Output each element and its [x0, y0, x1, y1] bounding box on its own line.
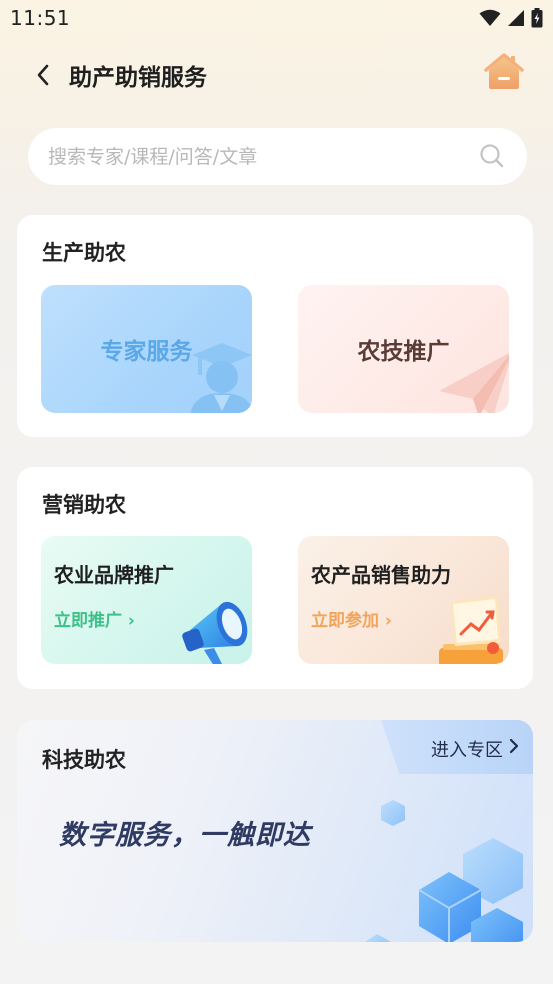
cellular-signal-icon — [508, 10, 524, 26]
home-button[interactable] — [483, 50, 525, 92]
expert-service-label: 专家服务 — [100, 339, 193, 365]
expert-service-tile[interactable]: 专家服务 — [41, 285, 252, 413]
sales-chart-icon — [439, 596, 503, 664]
brand-promotion-link[interactable]: 立即推广 › — [54, 606, 135, 631]
sales-boost-title: 农产品销售助力 — [311, 563, 451, 587]
production-card-title: 生产助农 — [42, 241, 126, 265]
agri-tech-label: 农技推广 — [357, 339, 450, 365]
cubes-illustration — [365, 800, 523, 942]
megaphone-icon — [182, 601, 248, 664]
sales-boost-link[interactable]: 立即参加 › — [311, 606, 392, 631]
battery-icon — [531, 8, 543, 28]
wifi-icon — [479, 9, 501, 26]
tech-card[interactable]: 进入专区 科技助农 数字服务，一触即达 — [17, 720, 533, 942]
tech-card-title: 科技助农 — [42, 748, 126, 772]
status-time: 11:51 — [10, 6, 71, 30]
marketing-card: 营销助农 农业品牌推广 立即推广 › 农产品销售助力 立即参加 › — [17, 467, 533, 689]
home-icon — [484, 53, 524, 89]
enter-zone-label[interactable]: 进入专区 — [431, 736, 503, 762]
production-card: 生产助农 专家服务 农技推广 — [17, 215, 533, 437]
tech-slogan: 数字服务，一触即达 — [59, 820, 311, 851]
page-title: 助产助销服务 — [69, 65, 207, 91]
sales-boost-tile[interactable]: 农产品销售助力 立即参加 › — [298, 536, 509, 664]
chevron-right-icon — [509, 738, 519, 754]
search-box[interactable] — [28, 128, 527, 185]
status-icons — [479, 8, 543, 28]
chevron-left-icon — [37, 64, 49, 86]
brand-promotion-title: 农业品牌推广 — [54, 563, 174, 587]
search-input[interactable] — [48, 128, 468, 185]
agri-tech-tile[interactable]: 农技推广 — [298, 285, 509, 413]
header: 助产助销服务 — [0, 48, 553, 102]
brand-promotion-tile[interactable]: 农业品牌推广 立即推广 › — [41, 536, 252, 664]
marketing-card-title: 营销助农 — [42, 493, 126, 517]
status-bar: 11:51 — [0, 0, 553, 38]
back-button[interactable] — [28, 60, 58, 90]
search-icon[interactable] — [479, 143, 505, 169]
